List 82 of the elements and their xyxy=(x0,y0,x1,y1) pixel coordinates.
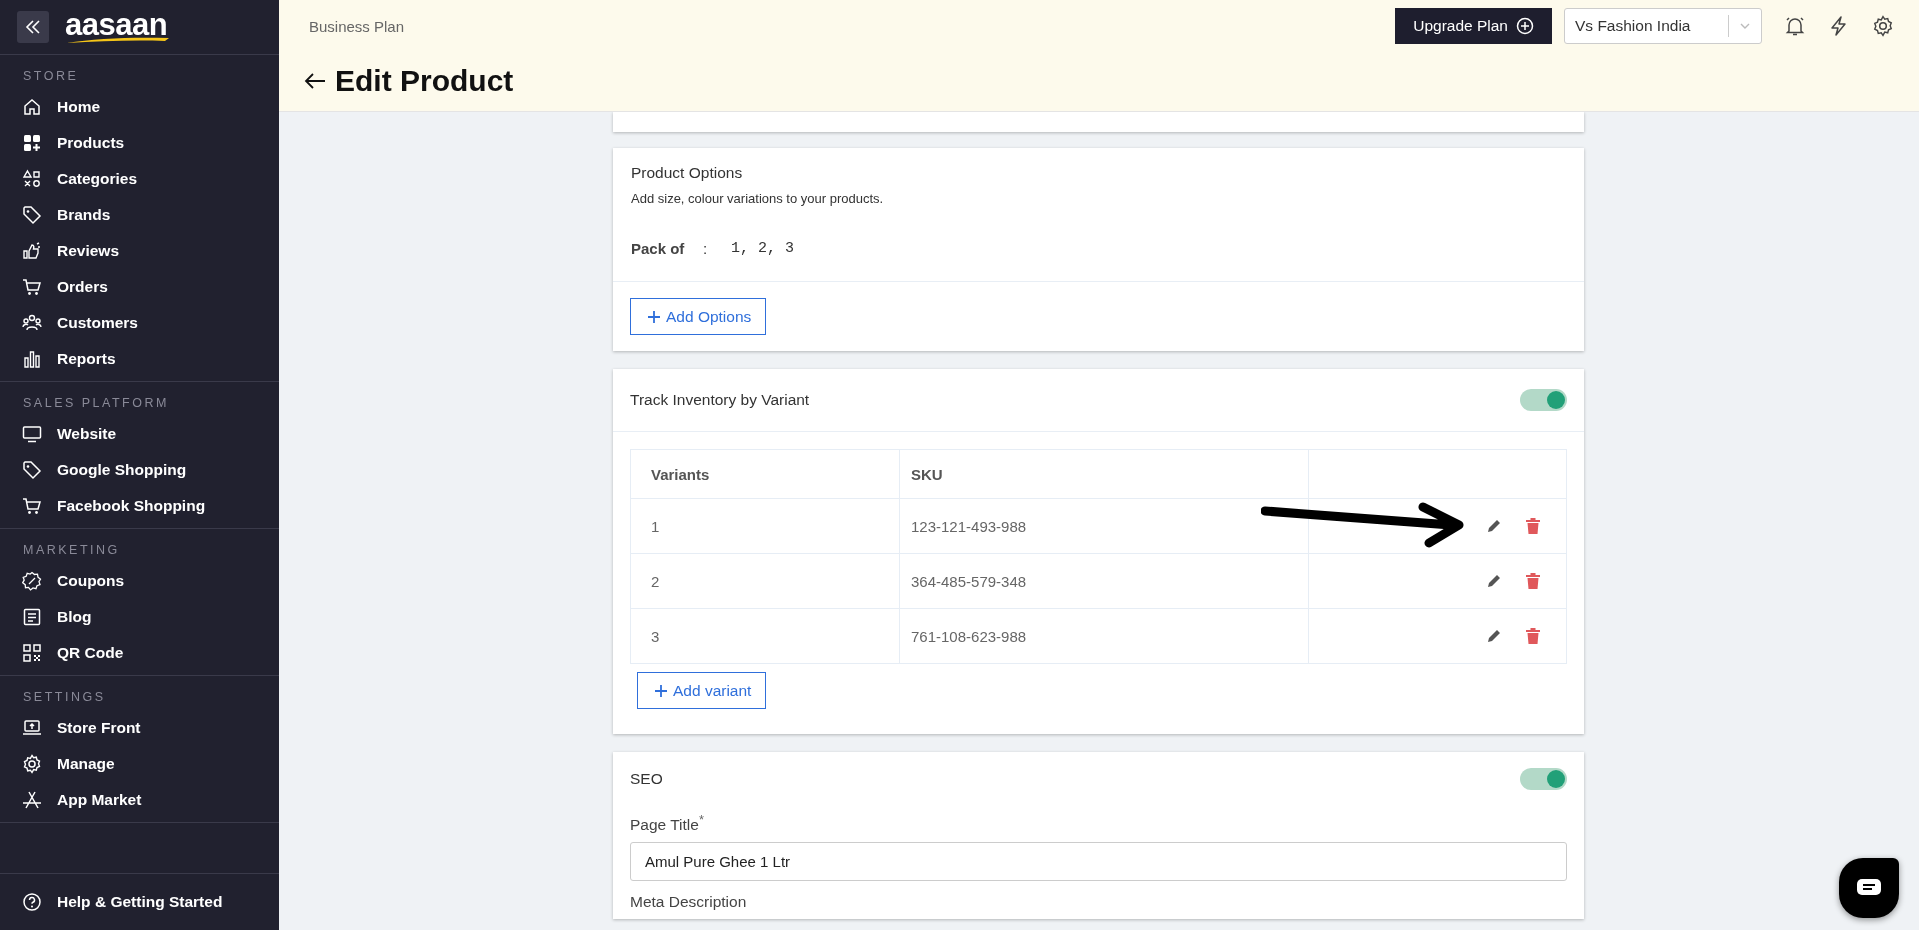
field-label: Meta Description xyxy=(630,893,748,912)
table-cell: 123-121-493-988 xyxy=(911,517,1027,535)
table-cell: 1 xyxy=(651,517,660,535)
plus-circle-icon xyxy=(1516,17,1534,35)
gear-icon xyxy=(22,754,42,774)
plan-label: Business Plan xyxy=(309,17,405,35)
column-header: Variants xyxy=(630,449,900,499)
nav-item[interactable]: QR Code xyxy=(0,635,279,671)
nav-item[interactable]: Store Front xyxy=(0,710,279,746)
table-cell: 3 xyxy=(651,627,660,645)
grid-icon xyxy=(22,133,42,153)
nav-item[interactable]: Reviews xyxy=(0,233,279,269)
bars-icon xyxy=(22,349,42,369)
toggle-switch[interactable] xyxy=(1520,768,1567,790)
card-description: Add size, colour variations to your products. xyxy=(631,191,885,206)
trash-icon[interactable] xyxy=(1525,627,1541,645)
cart-icon xyxy=(22,496,42,516)
section-heading: STORE xyxy=(22,69,80,85)
logo: aasaan xyxy=(65,10,170,44)
nav-item[interactable]: Products xyxy=(0,125,279,161)
section-heading: MARKETING xyxy=(22,543,121,559)
nav-item[interactable]: Orders xyxy=(0,269,279,305)
table-cell: 761-108-623-988 xyxy=(911,627,1027,645)
bell-icon[interactable] xyxy=(1784,15,1806,37)
appmarket-icon xyxy=(22,790,42,810)
add-options-button[interactable]: Add Options xyxy=(630,298,767,335)
cart-icon xyxy=(22,277,42,297)
pencil-icon[interactable] xyxy=(1485,572,1503,590)
chat-button[interactable] xyxy=(1839,858,1899,918)
double-chevron-left-icon xyxy=(24,18,42,36)
plus-icon xyxy=(654,683,668,698)
upgrade-plan-button[interactable]: Upgrade Plan xyxy=(1395,8,1552,44)
qr-icon xyxy=(22,643,42,663)
back-arrow-icon[interactable] xyxy=(303,71,327,91)
settings-icon[interactable] xyxy=(1872,15,1894,37)
option-separator: : xyxy=(703,240,709,257)
table-cell: 364-485-579-348 xyxy=(911,572,1027,590)
nav-item[interactable]: Reports xyxy=(0,341,279,377)
card-title: Track Inventory by Variant xyxy=(630,391,810,409)
chat-icon xyxy=(1856,878,1882,898)
table-cell: 2 xyxy=(651,572,660,590)
card-title: SEO xyxy=(630,770,663,788)
shapes-icon xyxy=(22,169,42,189)
nav-item[interactable]: Coupons xyxy=(0,563,279,599)
help-icon xyxy=(22,892,42,912)
page-title: Edit Product xyxy=(335,64,514,98)
badge-icon xyxy=(22,571,42,591)
doc-icon xyxy=(22,607,42,627)
nav-item[interactable]: Brands xyxy=(0,197,279,233)
tag-icon xyxy=(22,460,42,480)
laptop-icon xyxy=(22,718,42,738)
add-variant-button[interactable]: Add variant xyxy=(637,672,767,709)
nav-item[interactable]: Manage xyxy=(0,746,279,782)
pencil-icon[interactable] xyxy=(1485,627,1503,645)
plus-icon xyxy=(647,309,661,324)
nav-item[interactable]: Google Shopping xyxy=(0,452,279,488)
nav-item[interactable]: Customers xyxy=(0,305,279,341)
option-name: Pack of xyxy=(631,240,686,257)
nav-item[interactable]: App Market xyxy=(0,782,279,818)
trash-icon[interactable] xyxy=(1525,517,1541,535)
nav-item[interactable]: Home xyxy=(0,89,279,125)
section-heading: SETTINGS xyxy=(22,690,107,706)
nav-item[interactable]: Blog xyxy=(0,599,279,635)
home-icon xyxy=(22,97,42,117)
section-heading: SALES PLATFORM xyxy=(22,396,170,412)
column-header: SKU xyxy=(899,449,1309,499)
toggle-switch[interactable] xyxy=(1520,389,1567,411)
nav-item[interactable]: Categories xyxy=(0,161,279,197)
monitor-icon xyxy=(22,424,42,444)
field-label: Page Title$^{*}$ xyxy=(630,812,705,835)
trash-icon[interactable] xyxy=(1525,572,1541,590)
pencil-icon[interactable] xyxy=(1485,517,1503,535)
collapse-button[interactable] xyxy=(17,11,49,43)
option-values: 1, 2, 3 xyxy=(731,240,794,257)
nav-item[interactable]: Website xyxy=(0,416,279,452)
nav-item[interactable]: Facebook Shopping xyxy=(0,488,279,524)
thumb-icon xyxy=(22,241,42,261)
input-field[interactable]: Amul Pure Ghee 1 Ltr xyxy=(630,842,1567,882)
store-select[interactable]: Vs Fashion India xyxy=(1564,8,1762,44)
users-icon xyxy=(22,313,42,333)
tag-icon xyxy=(22,205,42,225)
card-title: Product Options xyxy=(631,164,744,182)
